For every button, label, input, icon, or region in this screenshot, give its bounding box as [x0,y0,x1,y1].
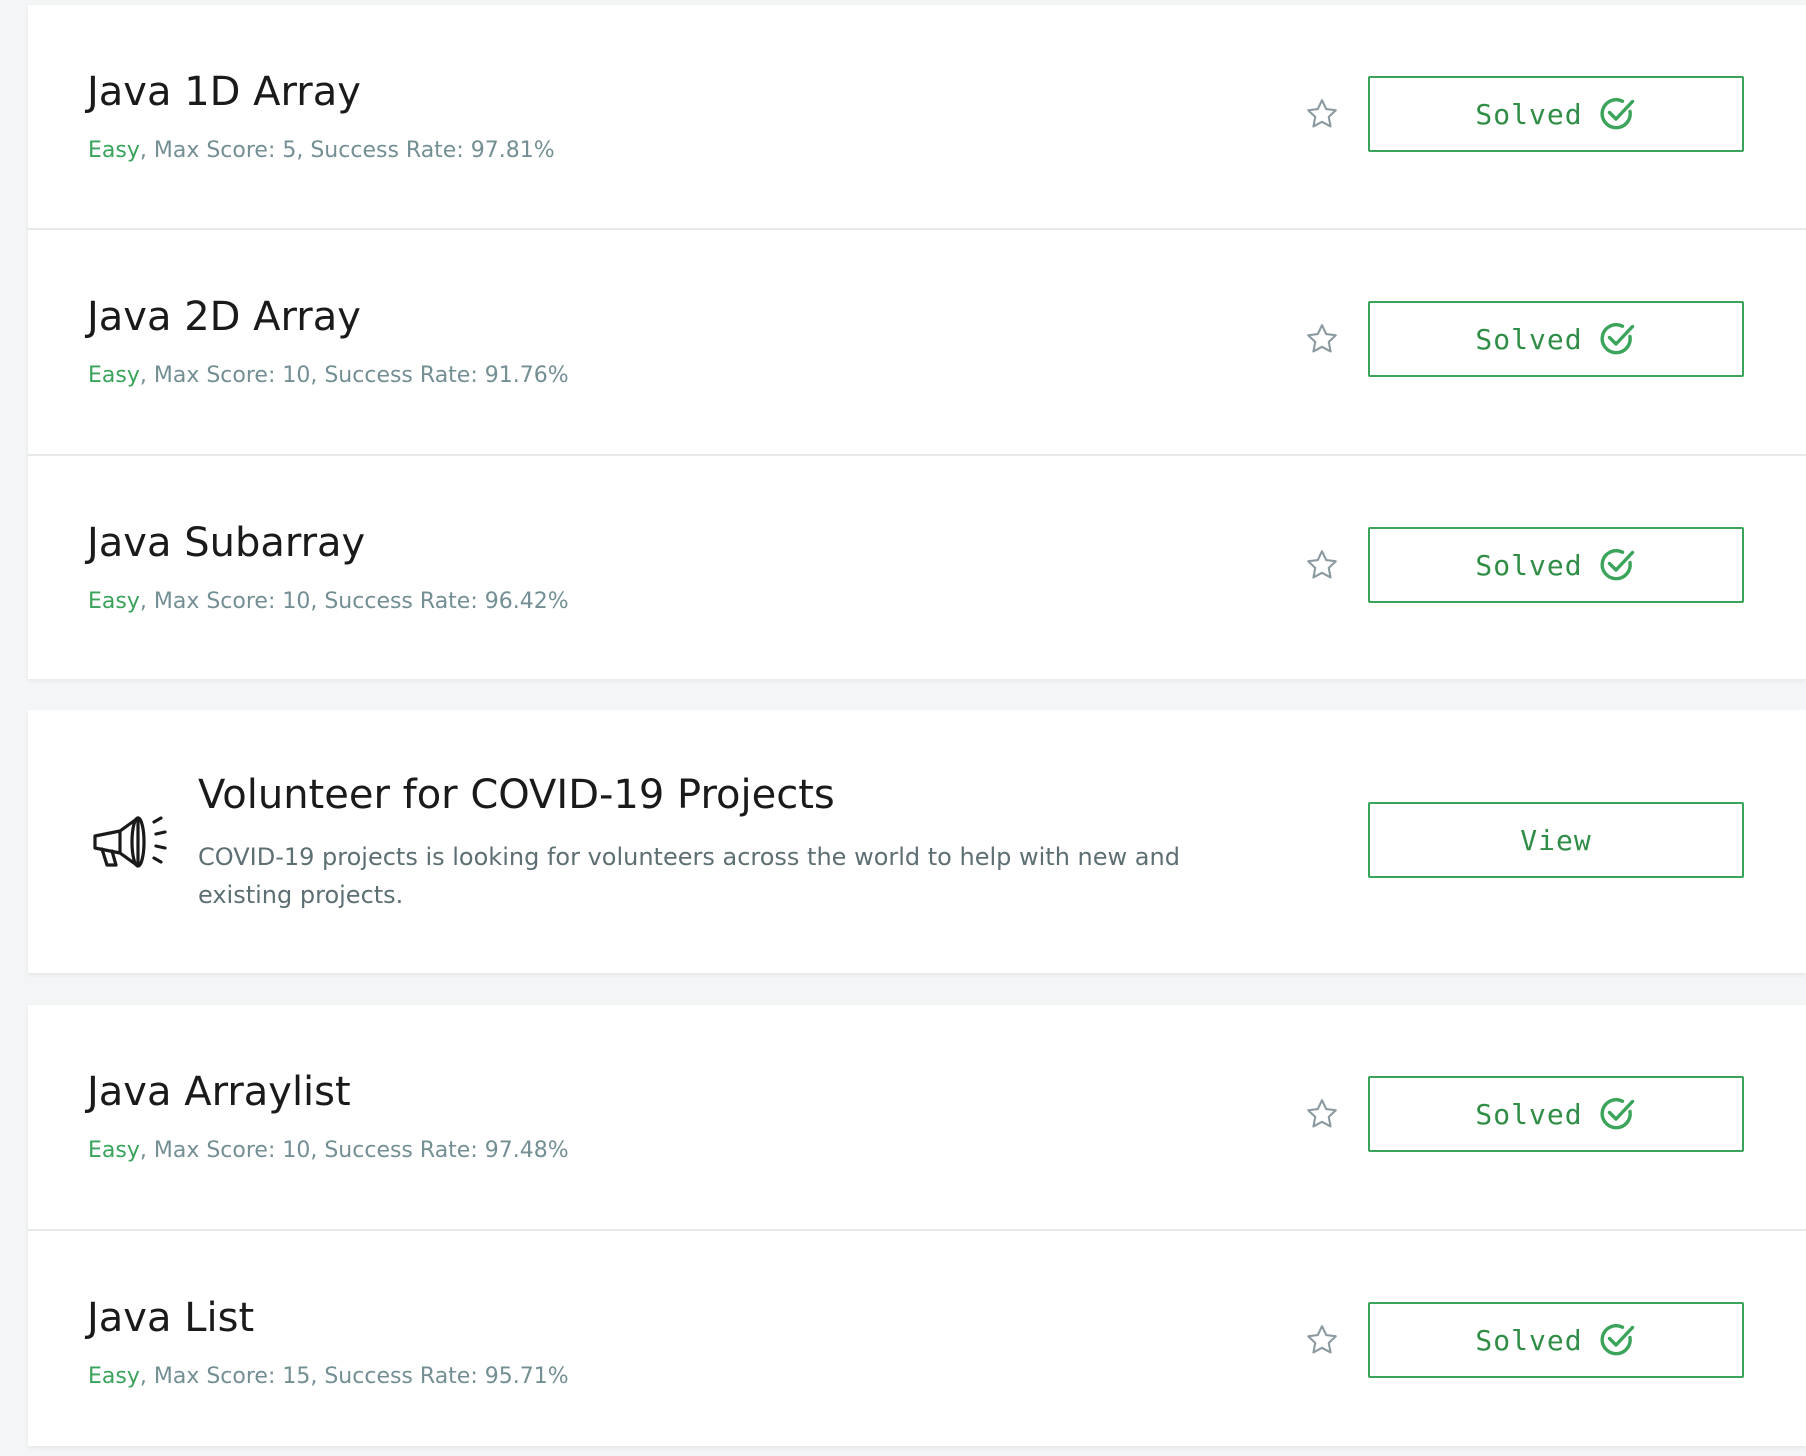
check-circle-icon [1600,1097,1634,1130]
star-icon[interactable] [1304,1096,1340,1132]
challenge-meta: Easy, Max Score: 15, Success Rate: 95.71… [88,1364,569,1389]
challenge-title[interactable]: Java 2D Array [87,294,361,340]
challenge-list-card: Java Arraylist Easy, Max Score: 10, Succ… [28,1005,1806,1446]
challenge-meta: Easy, Max Score: 5, Success Rate: 97.81% [88,138,555,163]
challenge-meta: Easy, Max Score: 10, Success Rate: 91.76… [88,363,569,388]
challenge-row[interactable]: Java List Easy, Max Score: 15, Success R… [28,1229,1806,1456]
challenge-stats: , Max Score: 10, Success Rate: 91.76% [139,363,569,388]
challenge-row[interactable]: Java 1D Array Easy, Max Score: 5, Succes… [28,5,1806,230]
challenge-stats: , Max Score: 5, Success Rate: 97.81% [139,138,555,163]
challenge-title[interactable]: Java 1D Array [87,69,361,115]
difficulty-label: Easy [88,1364,140,1389]
solved-button[interactable]: Solved [1368,301,1744,377]
solved-button[interactable]: Solved [1368,76,1744,152]
check-circle-icon [1600,548,1634,581]
check-circle-icon [1600,97,1634,130]
challenge-stats: , Max Score: 10, Success Rate: 96.42% [139,589,569,614]
challenge-title[interactable]: Java Arraylist [87,1069,351,1115]
megaphone-icon [93,816,167,868]
challenge-meta: Easy, Max Score: 10, Success Rate: 97.48… [88,1138,569,1163]
solved-button[interactable]: Solved [1368,1076,1744,1152]
challenge-stats: , Max Score: 15, Success Rate: 95.71% [139,1364,569,1389]
solved-label: Solved [1475,1097,1583,1131]
challenge-title[interactable]: Java List [87,1295,254,1341]
star-icon[interactable] [1304,321,1340,357]
view-label: View [1520,823,1592,857]
solved-button[interactable]: Solved [1368,1302,1744,1378]
star-icon[interactable] [1304,1322,1340,1358]
challenge-meta: Easy, Max Score: 10, Success Rate: 96.42… [88,589,569,614]
solved-label: Solved [1475,322,1583,356]
challenge-list-card: Java 1D Array Easy, Max Score: 5, Succes… [28,5,1806,679]
promo-title[interactable]: Volunteer for COVID-19 Projects [198,772,835,818]
star-icon[interactable] [1304,96,1340,132]
challenge-row[interactable]: Java Arraylist Easy, Max Score: 10, Succ… [28,1005,1806,1230]
promo-description: COVID-19 projects is looking for volunte… [198,843,1180,909]
difficulty-label: Easy [88,589,140,614]
promo-card: Volunteer for COVID-19 Projects COVID-19… [28,710,1806,973]
solved-label: Solved [1475,1323,1583,1357]
difficulty-label: Easy [88,1138,140,1163]
check-circle-icon [1600,1323,1634,1356]
star-icon[interactable] [1304,547,1340,583]
challenge-row[interactable]: Java Subarray Easy, Max Score: 10, Succe… [28,454,1806,681]
solved-button[interactable]: Solved [1368,527,1744,603]
challenge-row[interactable]: Java 2D Array Easy, Max Score: 10, Succe… [28,228,1806,455]
view-button[interactable]: View [1368,802,1744,878]
solved-label: Solved [1475,97,1583,131]
solved-label: Solved [1475,548,1583,582]
difficulty-label: Easy [88,138,140,163]
challenge-title[interactable]: Java Subarray [87,520,365,566]
challenge-stats: , Max Score: 10, Success Rate: 97.48% [139,1138,569,1163]
check-circle-icon [1600,322,1634,355]
difficulty-label: Easy [88,363,140,388]
